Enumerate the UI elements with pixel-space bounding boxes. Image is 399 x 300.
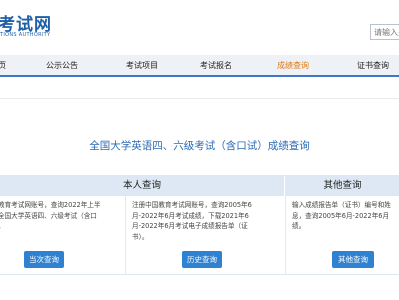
history-query-button[interactable]: 历史查询 (182, 251, 222, 268)
column-separator (125, 196, 126, 275)
nav-item-home[interactable]: 页 (0, 60, 6, 71)
description-line: 息，查询2005年6月-2022年6月 (292, 211, 390, 220)
self-query-history-description: 注册中国教育考试网账号，查询2005年6 月-2022年6月考试成绩，下载202… (132, 200, 282, 242)
description-line: 书）。 (132, 232, 149, 241)
nav-item-certificate-query[interactable]: 证书查询 (357, 60, 389, 71)
search-input[interactable] (370, 24, 399, 40)
description-line: 注册中国教育考试网账号，查询2005年6 (132, 201, 252, 209)
nav-item-exam-registration[interactable]: 考试报名 (200, 60, 232, 71)
description-line: 月-2022年6月考试电子成绩报告单（证 (132, 222, 248, 230)
nav-item-exam-programs[interactable]: 考试项目 (126, 60, 158, 71)
current-query-button[interactable]: 当次查询 (24, 251, 64, 268)
other-query-heading: 其他查询 (286, 176, 399, 196)
description-line: 全国大学英语四、六级考试（含口 (0, 211, 97, 220)
site-logo-subtitle: TIONS AUTHORITY (0, 32, 51, 38)
nav-item-announcements[interactable]: 公示公告 (46, 60, 78, 71)
nav-item-score-query[interactable]: 成绩查询 (277, 60, 309, 71)
page-title: 全国大学英语四、六级考试（含口试）成绩查询 (89, 140, 310, 152)
description-line: 输入成绩报告单（证书）编号和姓 (292, 201, 391, 209)
section-divider (0, 98, 399, 99)
description-line: 。 (0, 221, 122, 232)
description-line: 绩。 (292, 222, 306, 230)
other-query-description: 输入成绩报告单（证书）编号和姓 息，查询2005年6月-2022年6月 绩。 (292, 200, 399, 232)
description-line: 教育考试网账号，查询2022年上半 (0, 201, 101, 209)
other-query-button[interactable]: 其他查询 (332, 251, 374, 268)
self-query-current-description: 教育考试网账号，查询2022年上半 全国大学英语四、六级考试（含口 。 (0, 200, 122, 232)
site-header: 考试网 TIONS AUTHORITY (0, 0, 399, 50)
main-nav: 页 公示公告 考试项目 考试报名 成绩查询 证书查询 (0, 55, 399, 77)
column-separator (285, 176, 286, 275)
description-line: 月-2022年6月考试成绩，下载2021年6 (132, 211, 249, 220)
self-query-heading: 本人查询 (0, 176, 284, 196)
